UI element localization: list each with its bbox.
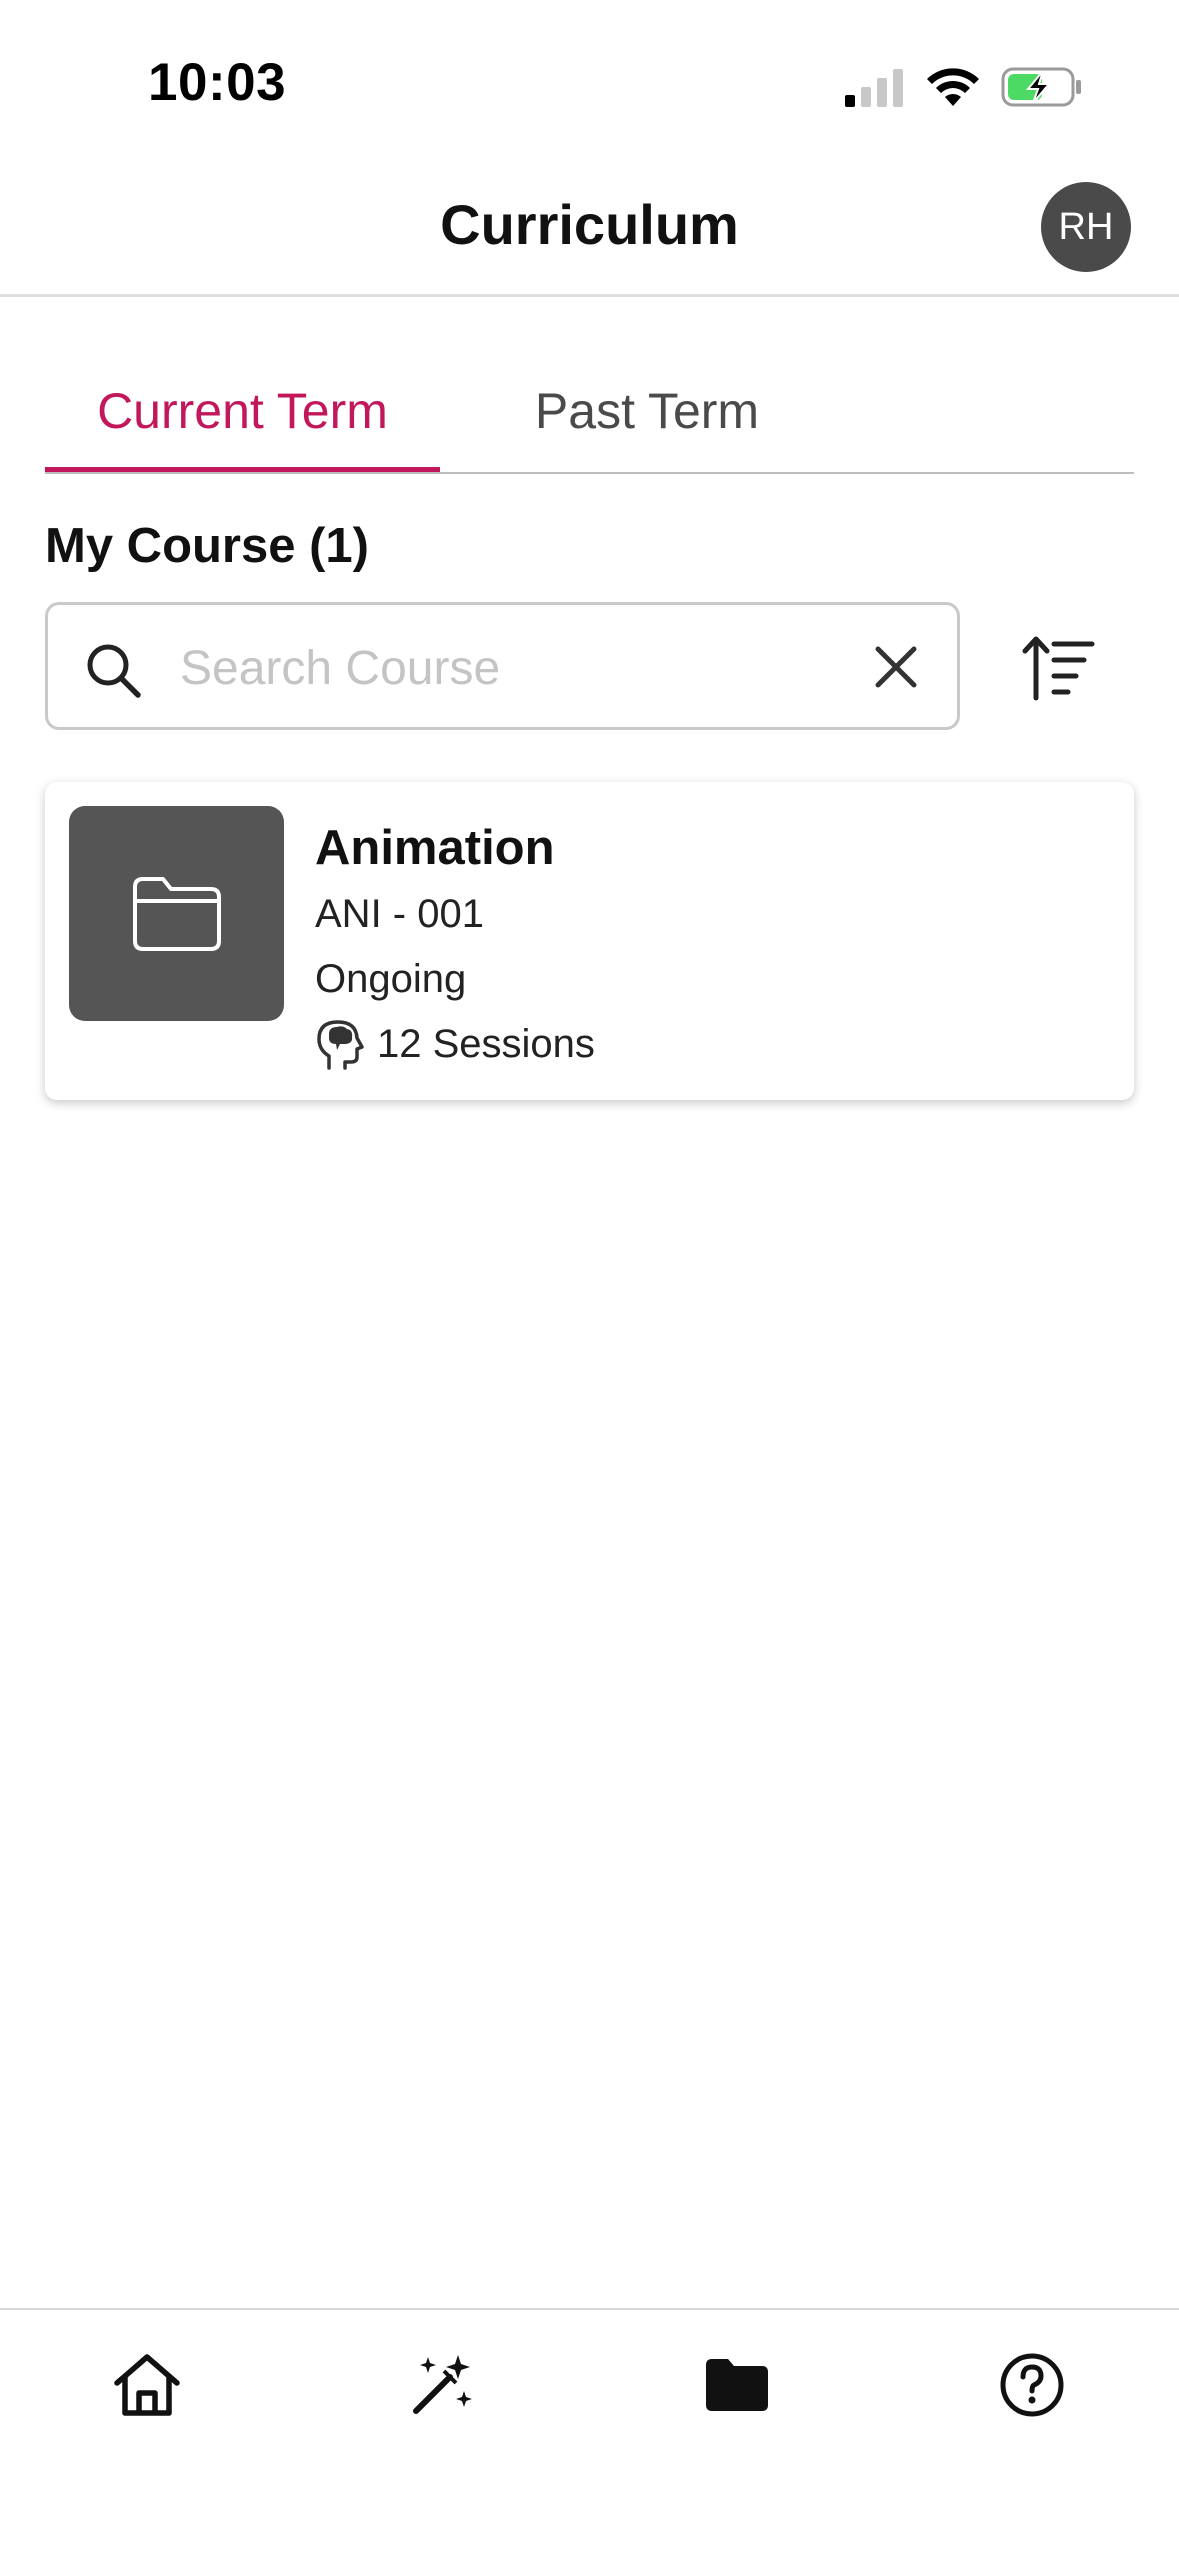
course-status: Ongoing bbox=[315, 957, 467, 1001]
avatar[interactable]: RH bbox=[1041, 182, 1131, 272]
help-icon bbox=[1000, 2353, 1064, 2417]
tab-past-term[interactable]: Past Term bbox=[440, 382, 854, 470]
nav-magic[interactable] bbox=[295, 2310, 589, 2460]
nav-help[interactable] bbox=[885, 2310, 1179, 2460]
page-title: Curriculum bbox=[440, 193, 739, 256]
search-icon bbox=[87, 644, 141, 698]
app-header: Curriculum RH bbox=[0, 170, 1179, 297]
course-card[interactable]: Animation ANI - 001 Ongoing 12 Sessions bbox=[45, 782, 1134, 1100]
home-icon bbox=[114, 2354, 180, 2416]
course-thumbnail bbox=[69, 806, 284, 1021]
status-time: 10:03 bbox=[148, 53, 287, 112]
status-icons bbox=[843, 62, 1083, 112]
sort-icon[interactable] bbox=[1020, 630, 1100, 710]
folder-icon bbox=[706, 2359, 768, 2411]
course-name: Animation bbox=[315, 821, 555, 875]
wifi-icon bbox=[927, 68, 979, 106]
magic-wand-icon bbox=[413, 2355, 472, 2414]
battery-charging-icon bbox=[1001, 67, 1081, 107]
search-box bbox=[45, 602, 960, 730]
nav-curriculum[interactable] bbox=[590, 2310, 884, 2460]
head-brain-icon bbox=[317, 1020, 364, 1070]
status-bar: 10:03 bbox=[0, 0, 1179, 170]
nav-home[interactable] bbox=[0, 2310, 294, 2460]
cellular-signal-icon bbox=[845, 69, 903, 107]
tab-current-term[interactable]: Current Term bbox=[45, 382, 440, 472]
sessions-count: 12 Sessions bbox=[377, 1021, 595, 1066]
section-title: My Course (1) bbox=[45, 519, 370, 573]
term-tabs: Current Term Past Term bbox=[45, 360, 1134, 474]
course-sessions: 12 Sessions bbox=[315, 1018, 595, 1070]
search-input[interactable] bbox=[178, 631, 872, 705]
bottom-nav bbox=[0, 2308, 1179, 2558]
folder-icon bbox=[132, 876, 221, 951]
clear-search-icon[interactable] bbox=[874, 645, 918, 689]
course-code: ANI - 001 bbox=[315, 892, 484, 936]
